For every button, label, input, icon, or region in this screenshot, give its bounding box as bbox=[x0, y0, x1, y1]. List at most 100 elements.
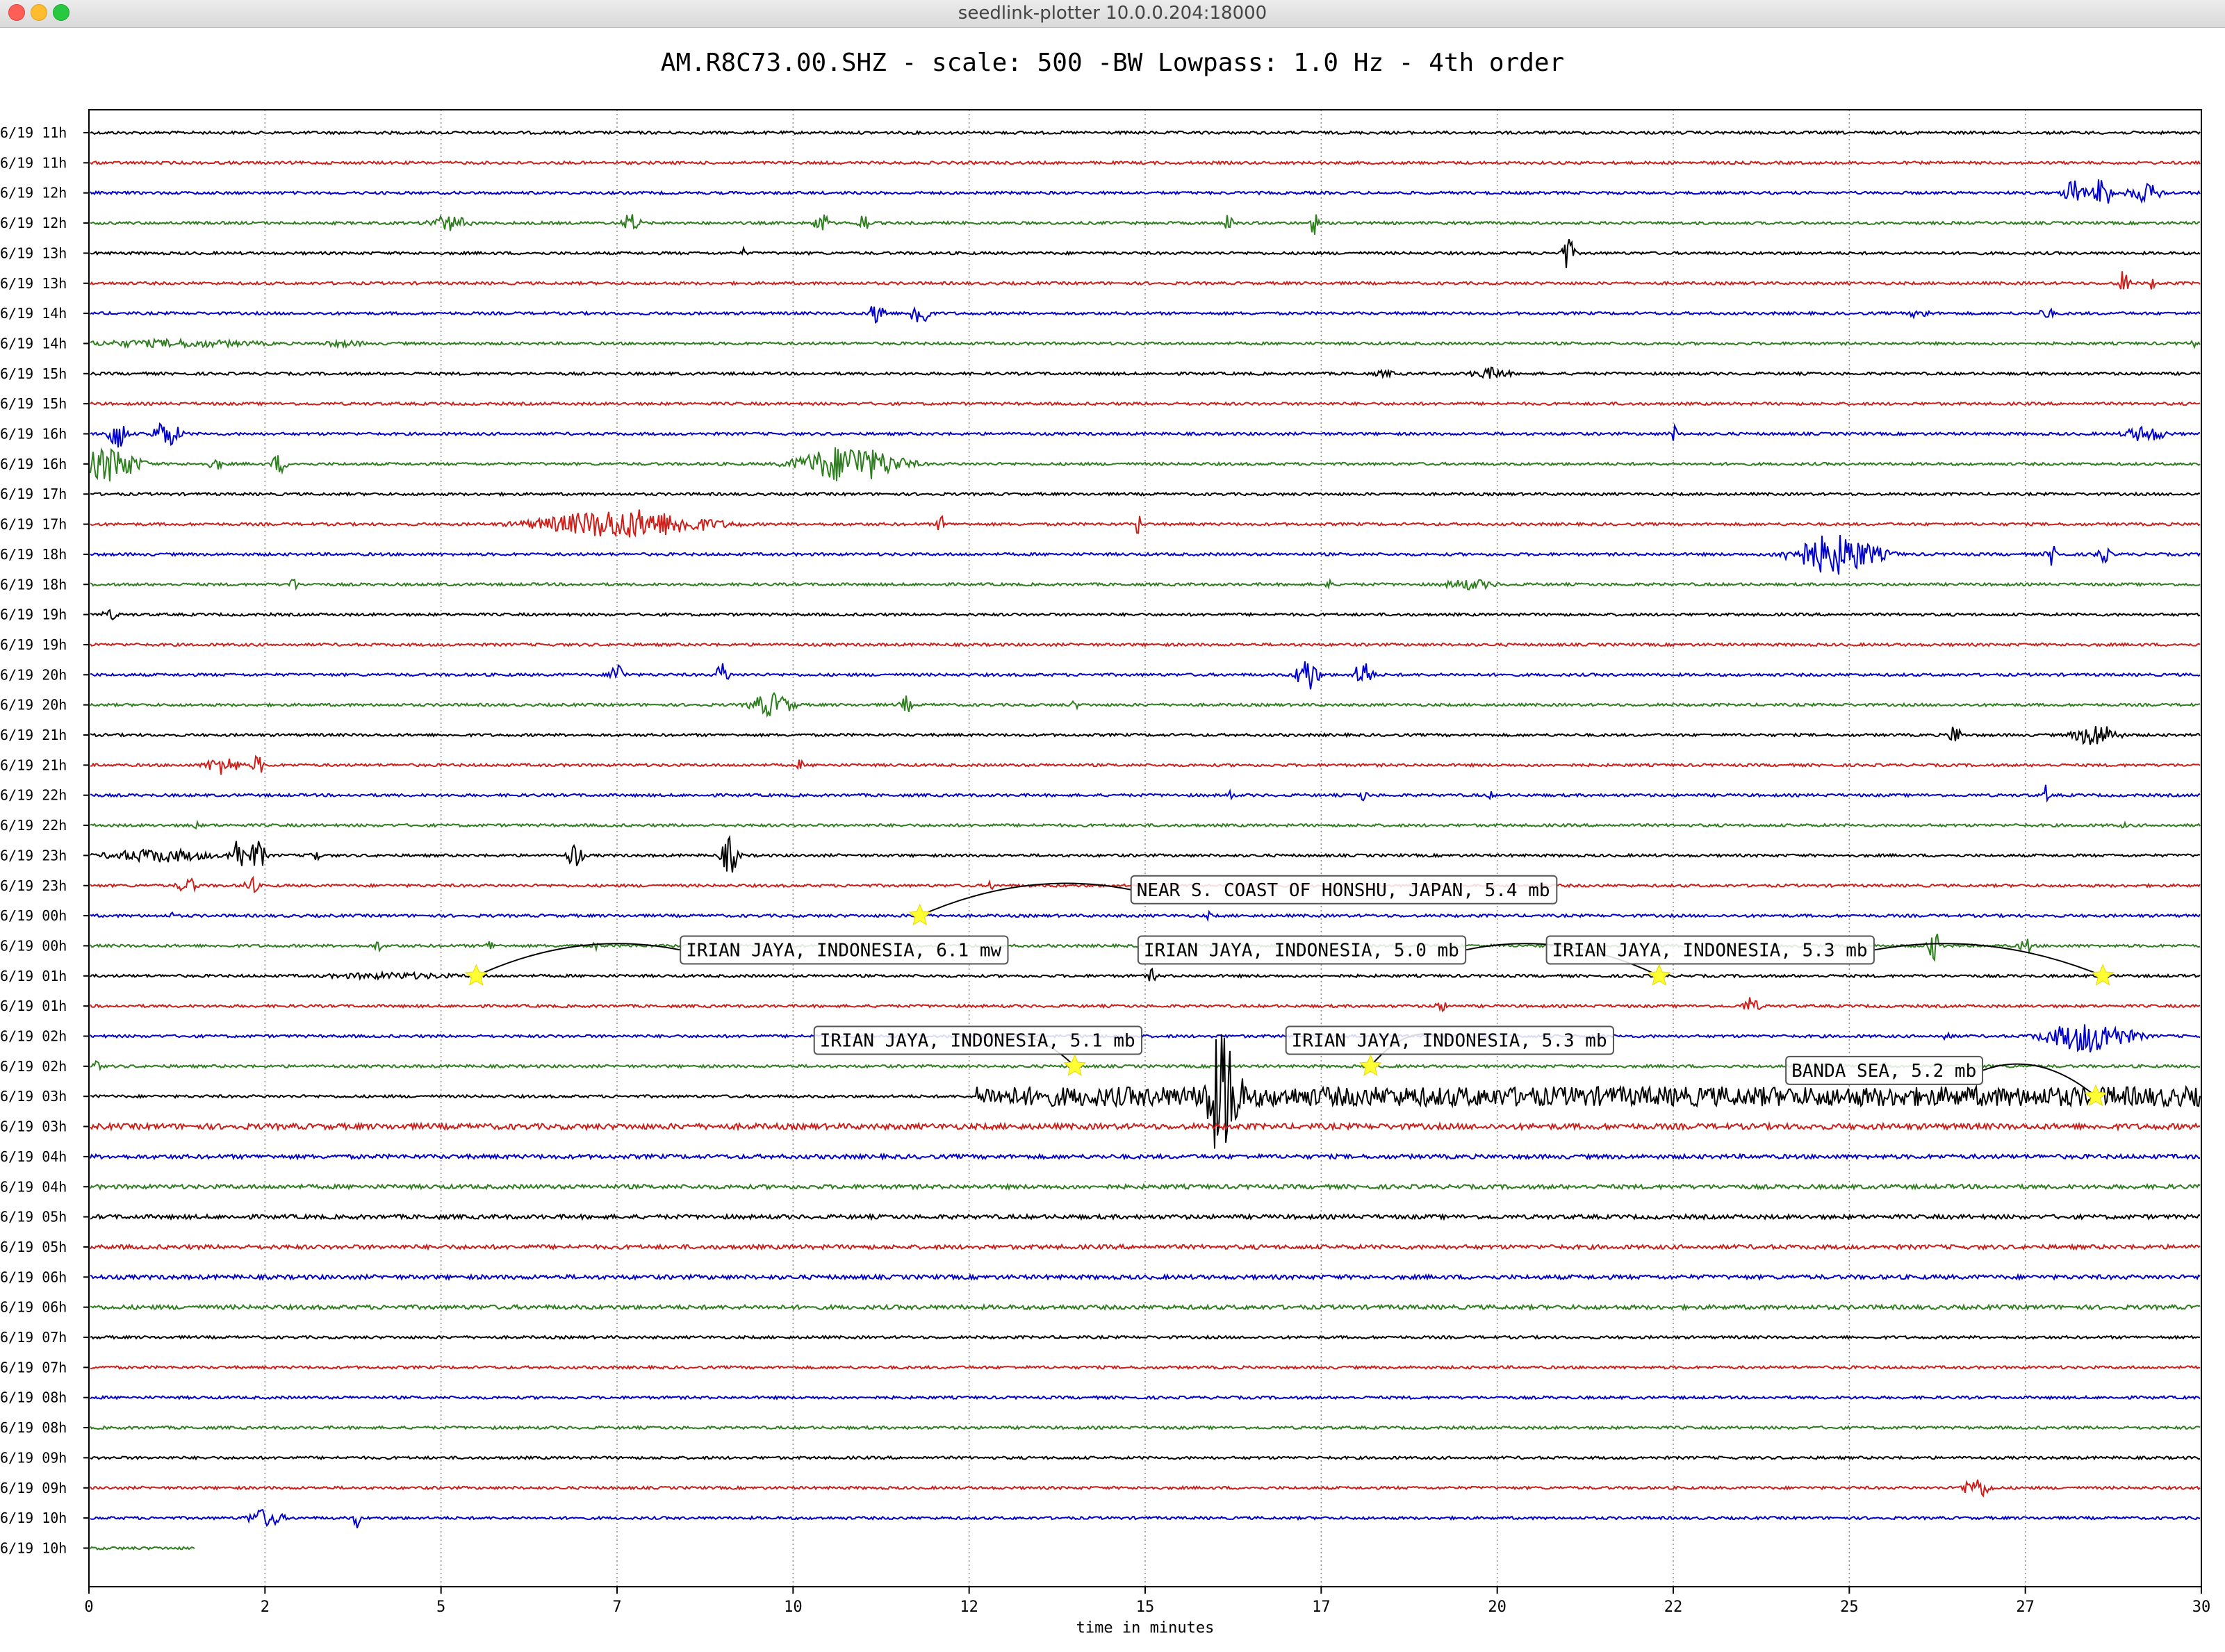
trace-label: 6/19 02h bbox=[0, 1028, 67, 1045]
event-label: IRIAN JAYA, INDONESIA, 5.3 mb bbox=[1292, 1031, 1607, 1052]
x-tick-label: 5 bbox=[436, 1599, 445, 1616]
trace-labels: 6/19 11h 6/19 11h 6/19 12h 6/19 12h 6/19 13h… bbox=[0, 124, 89, 1556]
trace-label: 6/19 13h bbox=[0, 245, 67, 261]
event-star-marker bbox=[1063, 1054, 1087, 1076]
trace-label: 6/19 23h bbox=[0, 877, 67, 894]
trace-label: 6/19 15h bbox=[0, 395, 67, 412]
event-connector bbox=[919, 882, 1131, 917]
trace-line bbox=[90, 271, 2201, 290]
trace-label: 6/19 11h bbox=[0, 154, 67, 171]
trace-line bbox=[90, 834, 2201, 873]
trace-line bbox=[90, 1425, 2201, 1431]
trace-label: 6/19 02h bbox=[0, 1058, 67, 1075]
x-axis-ticks: 0 2 5 7 10 12 15 17 20 22 25 27 30 bbox=[84, 1587, 2210, 1616]
trace-label: 6/19 22h bbox=[0, 817, 67, 834]
trace-label: 6/19 03h bbox=[0, 1088, 67, 1105]
trace-line bbox=[90, 1394, 2201, 1401]
x-tick-label: 0 bbox=[84, 1599, 93, 1616]
trace-label: 6/19 09h bbox=[0, 1449, 67, 1466]
trace-line bbox=[90, 491, 2201, 497]
trace-line bbox=[90, 160, 2201, 166]
trace-label: 6/19 11h bbox=[0, 124, 67, 141]
trace-label: 6/19 12h bbox=[0, 185, 67, 201]
trace-label: 6/19 08h bbox=[0, 1389, 67, 1406]
x-tick-label: 12 bbox=[960, 1599, 978, 1616]
event-label: IRIAN JAYA, INDONESIA, 5.3 mb bbox=[1552, 940, 1868, 961]
trace-line bbox=[90, 179, 2201, 204]
trace-line bbox=[90, 1455, 2201, 1461]
trace-label: 6/19 20h bbox=[0, 697, 67, 713]
trace-label: 6/19 07h bbox=[0, 1329, 67, 1346]
event-star-marker bbox=[2091, 964, 2115, 986]
event-annotation: NEAR S. COAST OF HONSHU, JAPAN, 5.4 mb bbox=[908, 875, 1558, 926]
event-connector bbox=[1873, 943, 2103, 977]
x-tick-label: 15 bbox=[1136, 1599, 1155, 1616]
x-tick-label: 20 bbox=[1488, 1599, 1506, 1616]
trace-line bbox=[90, 1546, 195, 1551]
x-tick-label: 22 bbox=[1664, 1599, 1683, 1616]
trace-label: 6/19 01h bbox=[0, 998, 67, 1014]
x-tick-label: 10 bbox=[784, 1599, 803, 1616]
x-tick-label: 27 bbox=[2016, 1599, 2035, 1616]
trace-label: 6/19 10h bbox=[0, 1510, 67, 1526]
trace-label: 6/19 17h bbox=[0, 516, 67, 533]
event-annotation: IRIAN JAYA, INDONESIA, 5.3 mb bbox=[1285, 1025, 1614, 1076]
vertical-grid bbox=[264, 110, 2026, 1587]
trace-line bbox=[90, 609, 2201, 621]
trace-label: 6/19 00h bbox=[0, 937, 67, 954]
x-tick-label: 17 bbox=[1312, 1599, 1331, 1616]
trace-label: 6/19 06h bbox=[0, 1269, 67, 1285]
event-annotation: IRIAN JAYA, INDONESIA, 5.1 mb bbox=[813, 1025, 1143, 1076]
trace-line bbox=[90, 1364, 2201, 1371]
x-axis-label: time in minutes bbox=[1076, 1619, 1215, 1637]
event-star-marker bbox=[1648, 964, 1671, 986]
trace-label: 6/19 19h bbox=[0, 636, 67, 653]
trace-label: 6/19 23h bbox=[0, 847, 67, 864]
trace-label: 6/19 20h bbox=[0, 666, 67, 683]
trace-label: 6/19 21h bbox=[0, 757, 67, 773]
trace-line bbox=[90, 1121, 2201, 1132]
trace-label: 6/19 10h bbox=[0, 1539, 67, 1556]
trace-label: 6/19 09h bbox=[0, 1480, 67, 1496]
trace-label: 6/19 07h bbox=[0, 1359, 67, 1376]
trace-label: 6/19 00h bbox=[0, 907, 67, 924]
event-label: BANDA SEA, 5.2 mb bbox=[1791, 1061, 1976, 1082]
trace-label: 6/19 05h bbox=[0, 1239, 67, 1255]
trace-label: 6/19 01h bbox=[0, 968, 67, 984]
event-annotation: IRIAN JAYA, INDONESIA, 6.1 mw bbox=[464, 935, 1009, 986]
trace-line bbox=[90, 691, 2201, 718]
event-label: IRIAN JAYA, INDONESIA, 5.0 mb bbox=[1144, 940, 1459, 961]
event-annotations: NEAR S. COAST OF HONSHU, JAPAN, 5.4 mb IR… bbox=[464, 875, 2115, 1107]
trace-line bbox=[90, 754, 2201, 775]
trace-label: 6/19 14h bbox=[0, 335, 67, 352]
event-label: IRIAN JAYA, INDONESIA, 5.1 mb bbox=[820, 1031, 1135, 1052]
event-star-marker bbox=[464, 964, 488, 986]
x-tick-label: 30 bbox=[2192, 1599, 2211, 1616]
chart-title: AM.R8C73.00.SHZ - scale: 500 -BW Lowpass… bbox=[661, 49, 1564, 77]
trace-line bbox=[90, 337, 2201, 349]
trace-label: 6/19 18h bbox=[0, 546, 67, 563]
event-star-marker bbox=[908, 903, 932, 926]
x-tick-label: 25 bbox=[1840, 1599, 1859, 1616]
trace-label: 6/19 03h bbox=[0, 1118, 67, 1135]
trace-line bbox=[90, 997, 2201, 1013]
trace-line bbox=[90, 1303, 2201, 1312]
trace-label: 6/19 08h bbox=[0, 1419, 67, 1436]
trace-label: 6/19 21h bbox=[0, 727, 67, 743]
trace-label: 6/19 17h bbox=[0, 486, 67, 502]
trace-label: 6/19 16h bbox=[0, 426, 67, 443]
trace-label: 6/19 18h bbox=[0, 576, 67, 593]
helicorder-plot: AM.R8C73.00.SHZ - scale: 500 -BW Lowpass… bbox=[0, 49, 2210, 1637]
trace-label: 6/19 19h bbox=[0, 606, 67, 623]
trace-label: 6/19 15h bbox=[0, 365, 67, 382]
trace-label: 6/19 22h bbox=[0, 787, 67, 804]
window-title: seedlink-plotter 10.0.0.204:18000 bbox=[958, 3, 1267, 24]
trace-label: 6/19 06h bbox=[0, 1299, 67, 1316]
event-connector bbox=[475, 943, 681, 977]
trace-line bbox=[90, 967, 2201, 982]
trace-line bbox=[90, 909, 2201, 923]
event-label: IRIAN JAYA, INDONESIA, 6.1 mw bbox=[686, 940, 1001, 961]
trace-label: 6/19 04h bbox=[0, 1178, 67, 1195]
trace-label: 6/19 05h bbox=[0, 1209, 67, 1225]
window-titlebar: seedlink-plotter 10.0.0.204:18000 bbox=[0, 0, 2225, 28]
